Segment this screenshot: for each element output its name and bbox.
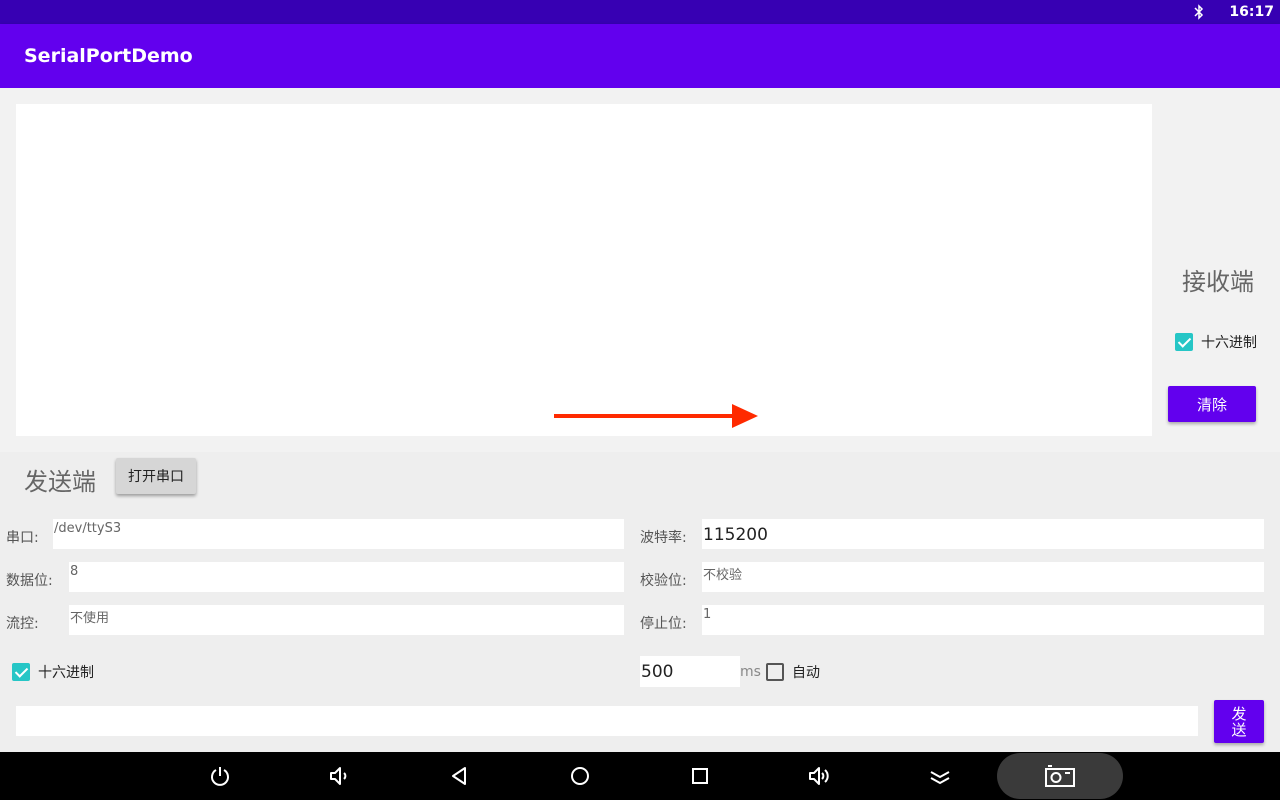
collapse-icon[interactable] <box>928 764 952 788</box>
open-port-button[interactable]: 打开串口 <box>116 458 196 494</box>
screenshot-button[interactable] <box>997 753 1123 799</box>
checkbox-checked-icon <box>12 663 30 681</box>
checkbox-checked-icon <box>1175 333 1193 351</box>
flow-control-field[interactable]: 不使用 <box>69 605 624 635</box>
auto-send-checkbox[interactable]: 自动 <box>766 663 820 681</box>
stop-bits-label: 停止位: <box>640 616 687 632</box>
send-hex-checkbox[interactable]: 十六进制 <box>12 662 94 682</box>
status-bar: 16:17 <box>0 0 1280 24</box>
receive-hex-checkbox[interactable]: 十六进制 <box>1175 332 1257 352</box>
interval-input[interactable]: 500 <box>640 656 740 687</box>
receive-hex-label: 十六进制 <box>1201 335 1257 351</box>
bluetooth-icon <box>1194 4 1204 20</box>
power-icon[interactable] <box>208 764 232 788</box>
data-bits-label: 数据位: <box>6 573 53 589</box>
send-button-label-1: 发 <box>1231 704 1247 723</box>
app-title: SerialPortDemo <box>24 45 193 67</box>
main-content: 接收端 十六进制 清除 发送端 打开串口 串口: /dev/ttyS3 波特率:… <box>0 88 1280 752</box>
baud-rate-label: 波特率: <box>640 530 687 546</box>
arrow-icon <box>554 404 758 428</box>
data-bits-field[interactable]: 8 <box>69 562 624 592</box>
auto-send-label: 自动 <box>792 665 820 681</box>
interval-unit: ms <box>740 664 761 680</box>
screenshot-icon <box>1045 765 1075 787</box>
send-button[interactable]: 发 送 <box>1214 700 1264 743</box>
serial-port-field[interactable]: /dev/ttyS3 <box>53 519 624 549</box>
recents-icon[interactable] <box>688 764 712 788</box>
send-title: 发送端 <box>24 468 96 496</box>
back-icon[interactable] <box>448 764 472 788</box>
baud-rate-field[interactable]: 115200 <box>702 519 1264 549</box>
flow-control-label: 流控: <box>6 616 39 632</box>
home-icon[interactable] <box>568 764 592 788</box>
parity-label: 校验位: <box>640 573 687 589</box>
clear-button[interactable]: 清除 <box>1168 386 1256 422</box>
send-input[interactable] <box>16 706 1198 736</box>
receive-title: 接收端 <box>1182 268 1254 296</box>
app-bar: SerialPortDemo <box>0 24 1280 88</box>
checkbox-unchecked-icon <box>766 663 784 681</box>
status-time: 16:17 <box>1229 4 1274 20</box>
serial-port-label: 串口: <box>6 530 39 546</box>
receive-display[interactable] <box>16 104 1152 436</box>
send-button-label-2: 送 <box>1231 720 1247 739</box>
volume-up-icon[interactable] <box>808 764 832 788</box>
send-hex-label: 十六进制 <box>38 665 94 681</box>
volume-down-icon[interactable] <box>328 764 352 788</box>
receive-section: 接收端 十六进制 清除 <box>0 88 1280 452</box>
nav-bar <box>0 752 1280 800</box>
parity-field[interactable]: 不校验 <box>702 562 1264 592</box>
stop-bits-field[interactable]: 1 <box>702 605 1264 635</box>
